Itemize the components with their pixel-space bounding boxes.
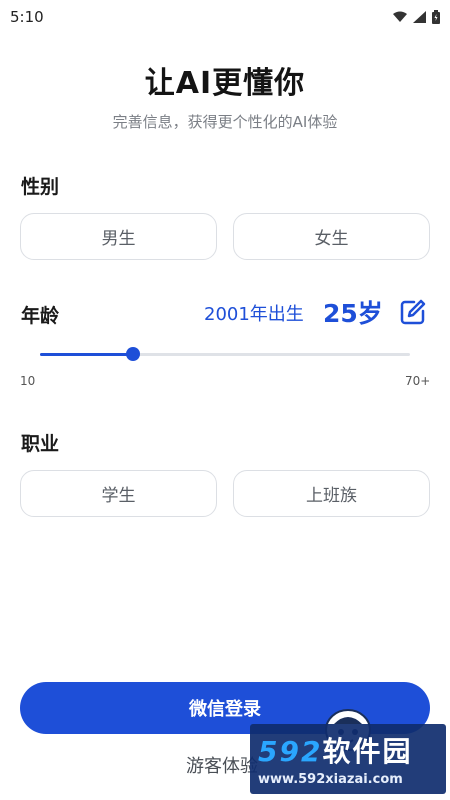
battery-icon xyxy=(432,10,440,24)
edit-icon[interactable] xyxy=(399,298,427,326)
page-title: 让AI更懂你 xyxy=(144,66,306,101)
slider-max-label: 70+ xyxy=(405,374,431,388)
gender-label: 性别 xyxy=(21,176,60,198)
status-icons xyxy=(393,10,440,24)
status-time: 5:10 xyxy=(10,8,44,26)
occupation-worker-button[interactable]: 上班族 xyxy=(233,470,430,517)
watermark-url: www.592xiazai.com xyxy=(258,772,403,787)
signal-icon xyxy=(413,11,426,23)
slider-fill xyxy=(40,353,133,356)
wifi-icon xyxy=(393,11,407,22)
slider-thumb[interactable] xyxy=(126,347,140,361)
watermark-brand: 软件园 xyxy=(322,735,413,768)
slider-min-label: 10 xyxy=(20,374,36,388)
guest-experience-link[interactable]: 游客体验 xyxy=(186,752,258,778)
watermark-logo: 592软件园 www.592xiazai.com xyxy=(250,724,446,794)
age-label: 年龄 xyxy=(21,305,60,327)
occupation-student-button[interactable]: 学生 xyxy=(20,470,217,517)
age-value: 25岁 xyxy=(323,299,383,328)
gender-female-button[interactable]: 女生 xyxy=(233,213,430,260)
watermark-number: 592 xyxy=(258,735,323,768)
occupation-label: 职业 xyxy=(21,433,60,455)
age-slider[interactable] xyxy=(40,344,410,364)
gender-male-button[interactable]: 男生 xyxy=(20,213,217,260)
page-subtitle: 完善信息，获得更个性化的AI体验 xyxy=(112,113,338,131)
birth-year-text: 2001年出生 xyxy=(204,304,304,325)
status-bar: 5:10 xyxy=(0,0,450,34)
